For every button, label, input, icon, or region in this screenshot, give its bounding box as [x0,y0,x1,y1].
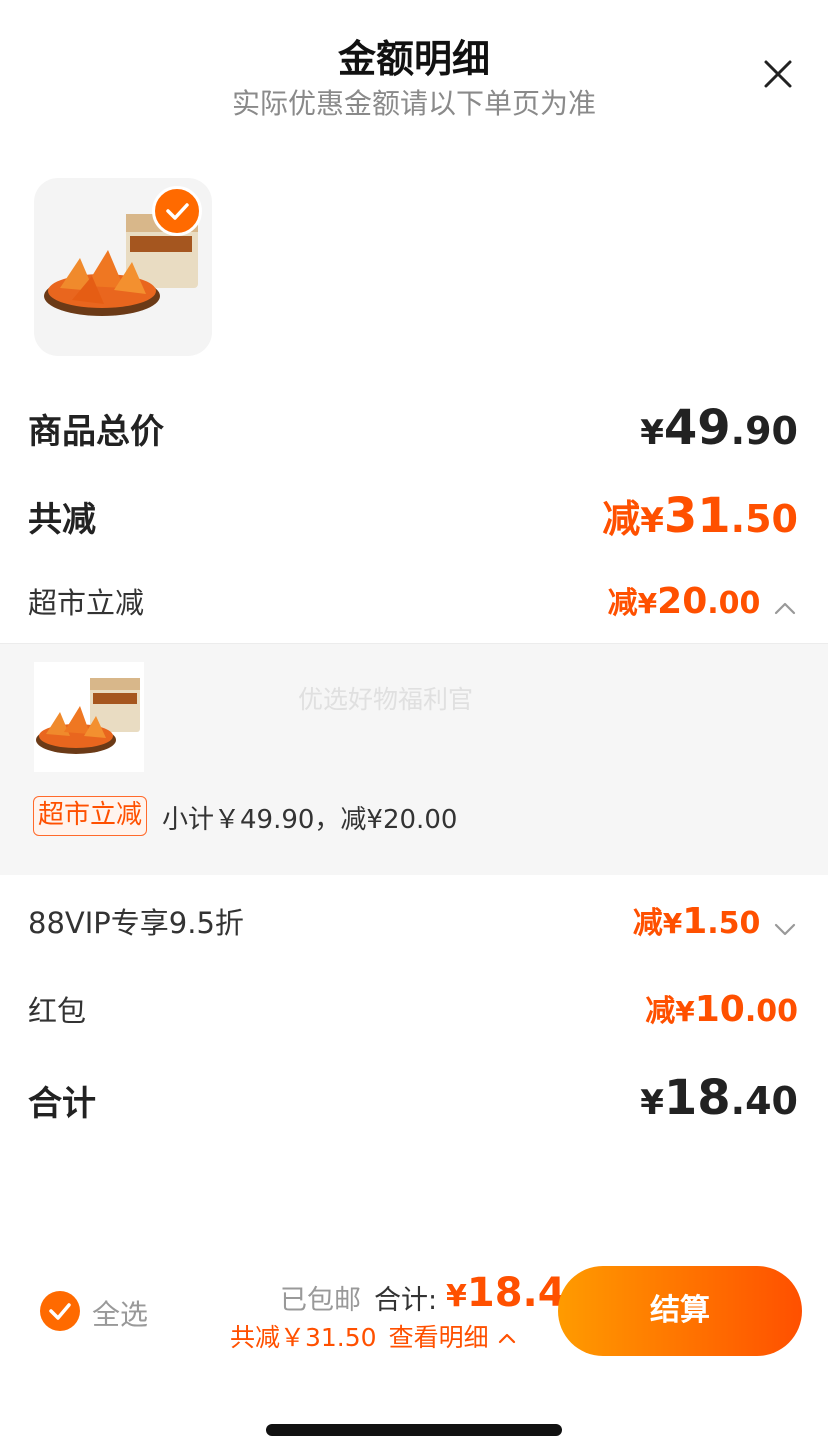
saved-amount: 共减￥31.50 [230,1323,377,1352]
saved-amount-line[interactable]: 共减￥31.50 查看明细 [230,1318,517,1354]
page-title: 金额明细 [337,37,490,81]
select-all-label[interactable]: 全选 [92,1293,148,1333]
row-label: 共减 [28,500,96,540]
product-image [36,678,140,754]
row-label: 商品总价 [28,412,164,452]
detail-product-thumbnail [34,662,144,772]
row-value: ¥18.40 [640,1070,798,1126]
row-sum: 合计 ¥18.40 [0,1070,828,1126]
row-supermarket-discount[interactable]: 超市立减 减¥20.00 [0,576,828,624]
row-label: 88VIP专享9.5折 [28,906,244,940]
chevron-up-icon[interactable] [772,596,798,622]
row-total-discount: 共减 减¥31.50 [0,488,828,544]
row-value: 减¥1.50 [633,898,798,942]
chevron-down-icon[interactable] [772,916,798,942]
discount-detail-panel: 优选好物福利官 超市立减 小计￥49.90，减¥20.00 [0,643,828,875]
row-value: 减¥31.50 [602,488,798,544]
row-red-packet: 红包 减¥10.00 [0,984,828,1032]
total-label: 合计: [374,1285,438,1316]
subtotal-text: 小计￥49.90，减¥20.00 [162,805,458,835]
row-total-goods: 商品总价 ¥49.90 [0,400,828,456]
check-icon [166,203,189,220]
close-button[interactable] [756,52,800,96]
row-vip-discount[interactable]: 88VIP专享9.5折 减¥1.50 [0,896,828,944]
row-value: 减¥20.00 [608,578,798,622]
total-price: ¥18.4 [446,1270,566,1316]
view-detail-link[interactable]: 查看明细 [389,1323,489,1352]
page-subtitle: 实际优惠金额请以下单页为准 [231,87,596,120]
home-indicator[interactable] [266,1424,562,1436]
check-icon [49,1303,71,1320]
close-icon [764,60,792,88]
row-label: 超市立减 [28,586,145,620]
checkout-button[interactable]: 结算 [558,1266,802,1356]
row-label: 红包 [28,994,87,1028]
watermark-text: 优选好物福利官 [298,685,474,714]
product-select-checkbox[interactable] [152,186,202,236]
select-all-checkbox[interactable] [40,1291,80,1331]
row-value: 减¥10.00 [645,989,798,1030]
chevron-up-icon[interactable] [497,1329,517,1349]
shipping-label: 已包邮 [280,1285,361,1316]
discount-tag: 超市立减 [33,796,148,836]
row-label: 合计 [28,1084,96,1124]
row-value: ¥49.90 [640,400,798,456]
